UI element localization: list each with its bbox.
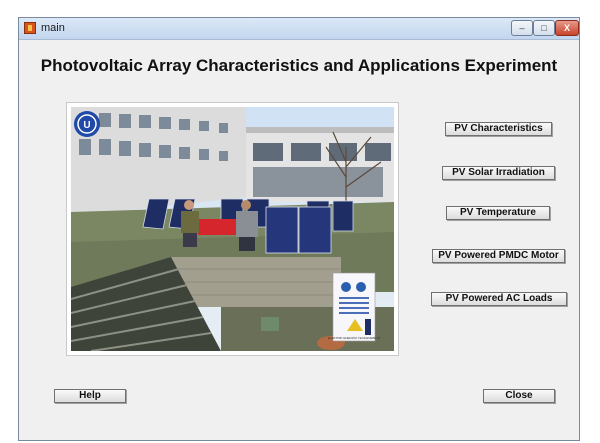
- pv-solar-irradiation-button[interactable]: PV Solar Irradiation: [442, 166, 555, 180]
- window-title: main: [41, 22, 65, 34]
- title-bar[interactable]: main – □ X: [19, 18, 579, 40]
- photo-frame: ELEKTRİK ENERJİSİ YENİLENEBİLİR U: [66, 102, 399, 356]
- help-button[interactable]: Help: [54, 389, 126, 403]
- pv-temperature-button[interactable]: PV Temperature: [446, 206, 550, 220]
- window-close-button[interactable]: X: [555, 20, 579, 36]
- pv-powered-ac-loads-button[interactable]: PV Powered AC Loads: [431, 292, 567, 306]
- pv-array-photo-image: ELEKTRİK ENERJİSİ YENİLENEBİLİR U: [71, 107, 394, 351]
- pv-characteristics-button[interactable]: PV Characteristics: [445, 122, 552, 136]
- minimize-button[interactable]: –: [511, 20, 533, 36]
- page-title: Photovoltaic Array Characteristics and A…: [40, 56, 558, 75]
- pv-array-photo: ELEKTRİK ENERJİSİ YENİLENEBİLİR U: [71, 107, 394, 351]
- sign-caption: ELEKTRİK ENERJİSİ YENİLENEBİLİR: [328, 335, 381, 340]
- close-button[interactable]: Close: [483, 389, 555, 403]
- maximize-button[interactable]: □: [533, 20, 555, 36]
- pv-powered-pmdc-motor-button[interactable]: PV Powered PMDC Motor: [432, 249, 565, 263]
- matlab-app-icon: [24, 22, 36, 34]
- main-window: main – □ X Photovoltaic Array Characteri…: [18, 17, 580, 441]
- university-logo-text: U: [83, 120, 90, 131]
